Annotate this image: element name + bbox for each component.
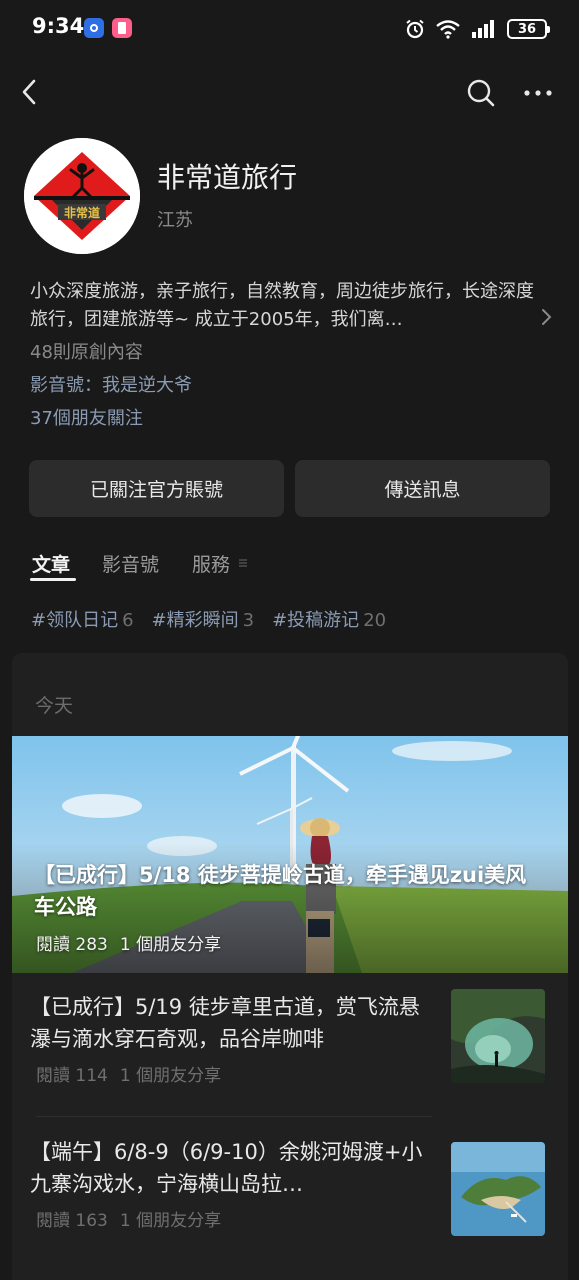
svg-text:非常道: 非常道 — [64, 205, 100, 220]
hero-article-stats: 閱讀 283 1 個朋友分享 — [36, 930, 221, 955]
date-label: 今天 — [35, 695, 74, 717]
more-icon[interactable] — [522, 80, 554, 106]
tag-count: 3 — [242, 610, 255, 631]
account-avatar[interactable]: 非常道 — [24, 138, 140, 254]
followed-button[interactable]: 已關注官方賬號 — [29, 460, 284, 517]
hero-article-title: 【已成行】5/18 徒步菩提岭古道，牵手遇见zui美风车公路 — [34, 863, 527, 919]
article-title: 【端午】6/8-9（6/9-10）余姚河姆渡+小九寨沟戏水，宁海横山岛拉… — [30, 1140, 423, 1196]
friend-share-count: 1 個朋友分享 — [119, 1066, 222, 1086]
tag-count: 20 — [363, 610, 387, 631]
tag-count: 6 — [122, 610, 134, 631]
logo-icon: 非常道 — [24, 138, 140, 254]
article-stats: 閱讀 163 1 個朋友分享 — [36, 1206, 221, 1231]
list-divider — [36, 1116, 432, 1117]
article-feed: 今天 【已成行】5/18 徒步菩提岭古道，牵手遇见zui美风车公路 閱讀 283… — [12, 653, 568, 1280]
account-name: 非常道旅行 — [157, 161, 298, 194]
read-count: 閱讀 114 — [36, 1066, 108, 1086]
battery-level: 36 — [517, 21, 537, 37]
hero-article-card[interactable]: 【已成行】5/18 徒步菩提岭古道，牵手遇见zui美风车公路 閱讀 283 1 個… — [12, 736, 568, 973]
article-stats: 閱讀 114 1 個朋友分享 — [36, 1061, 221, 1086]
tab-services[interactable]: 服務 — [192, 550, 230, 577]
tag-label: #投稿游记 — [272, 610, 360, 631]
tab-articles[interactable]: 文章 — [32, 550, 70, 577]
menu-icon — [239, 559, 247, 567]
wifi-icon — [436, 20, 460, 39]
account-bio[interactable]: 小众深度旅游，亲子旅行，自然教育，周边徒步旅行，长途深度旅行，团建旅游等~ 成立… — [30, 278, 544, 334]
friends-following-link[interactable]: 37個朋友關注 — [30, 404, 143, 430]
read-count: 閱讀 163 — [36, 1211, 108, 1231]
tag-chip[interactable]: #领队日记 6 — [31, 606, 134, 632]
article-list-item[interactable]: 【端午】6/8-9（6/9-10）余姚河姆渡+小九寨沟戏水，宁海横山岛拉… 閱讀… — [12, 1118, 568, 1248]
tag-label: #精彩瞬间 — [151, 610, 239, 631]
tag-list: #领队日记 6 #精彩瞬间 3 #投稿游记 20 — [31, 606, 386, 632]
send-message-button[interactable]: 傳送訊息 — [295, 460, 550, 517]
status-bar: 9:34 36 — [0, 0, 579, 58]
signal-icon — [472, 20, 494, 38]
article-thumbnail — [451, 989, 545, 1083]
video-account-link[interactable]: 影音號：我是逆大爷 — [30, 371, 192, 397]
search-icon[interactable] — [466, 78, 496, 108]
original-content-count: 48則原創內容 — [30, 342, 143, 363]
chevron-right-icon[interactable] — [539, 307, 553, 327]
app-icon-pink — [112, 18, 132, 38]
article-thumbnail — [451, 1142, 545, 1236]
back-icon[interactable] — [16, 76, 44, 108]
tag-label: #领队日记 — [31, 610, 119, 631]
account-region: 江苏 — [157, 210, 193, 231]
friend-share-count: 1 個朋友分享 — [119, 1211, 222, 1231]
friend-share-count: 1 個朋友分享 — [119, 935, 222, 955]
read-count: 閱讀 283 — [36, 935, 108, 955]
battery-icon: 36 — [507, 19, 550, 39]
tab-videos[interactable]: 影音號 — [102, 550, 159, 577]
app-icon-blue — [84, 18, 104, 38]
article-list-item[interactable]: 【已成行】5/19 徒步章里古道，赏飞流悬瀑与滴水穿石奇观，品谷岸咖啡 閱讀 1… — [12, 973, 568, 1103]
tag-chip[interactable]: #投稿游记 20 — [272, 606, 386, 632]
alarm-icon — [406, 19, 424, 39]
article-title: 【已成行】5/19 徒步章里古道，赏飞流悬瀑与滴水穿石奇观，品谷岸咖啡 — [30, 995, 420, 1051]
status-time: 9:34 — [32, 14, 85, 38]
tag-chip[interactable]: #精彩瞬间 3 — [152, 606, 255, 632]
tab-active-indicator — [30, 578, 76, 581]
